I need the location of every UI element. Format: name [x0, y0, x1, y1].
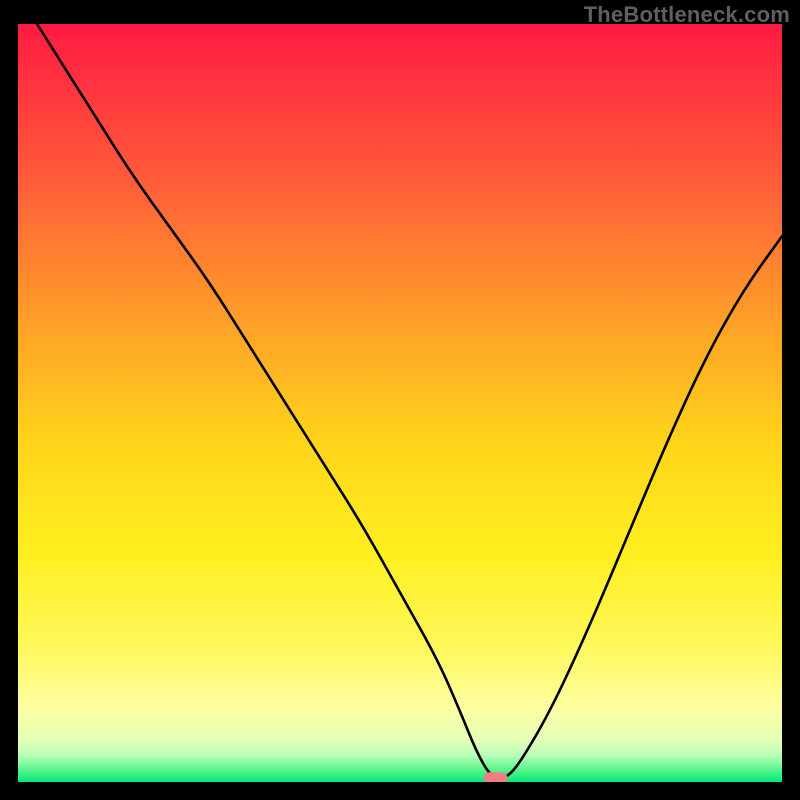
optimal-marker	[484, 772, 508, 782]
gradient-background	[18, 24, 782, 782]
plot-area	[18, 24, 782, 782]
chart-frame: TheBottleneck.com	[0, 0, 800, 800]
chart-svg	[18, 24, 782, 782]
watermark-text: TheBottleneck.com	[584, 2, 790, 28]
